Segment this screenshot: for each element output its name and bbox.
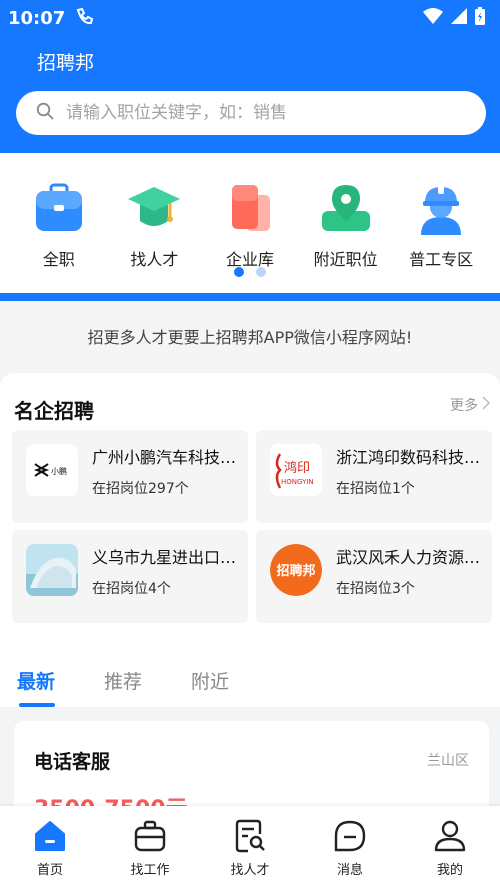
category-grid: 全职 找人才 企业库 附近职位 普工专区	[0, 153, 500, 293]
nav-label: 消息	[336, 863, 363, 878]
section-title: 名企招聘	[14, 399, 94, 423]
nav-find-job[interactable]: 找工作	[100, 806, 200, 889]
briefcase-icon	[132, 818, 168, 854]
logo-text: 鸿印	[284, 460, 310, 476]
category-workers[interactable]: 普工专区	[393, 181, 489, 270]
company-name: 义乌市九星进出口有限公司	[92, 548, 242, 567]
tab-recommended[interactable]: 推荐	[104, 667, 142, 694]
app-title: 招聘邦	[37, 52, 95, 74]
graduation-cap-icon	[126, 181, 182, 237]
carousel-dots	[0, 267, 500, 277]
briefcase-icon	[31, 181, 87, 237]
logo-text: 招聘邦	[276, 563, 315, 579]
nav-profile[interactable]: 我的	[400, 806, 500, 889]
category-talent[interactable]: 找人才	[107, 181, 203, 270]
company-job-count: 在招岗位3个	[336, 581, 415, 597]
company-card[interactable]: 鸿印 HONGYIN 浙江鸿印数码科技有限公司 在招岗位1个	[256, 430, 492, 523]
user-icon	[432, 818, 468, 854]
notice-text: 招更多人才更要上招聘邦APP微信小程序网站!	[0, 301, 500, 371]
company-logo: 小鹏	[26, 444, 78, 496]
logo-text: 小鹏	[51, 466, 67, 476]
bottom-nav: 首页 找工作 找人才 消息 我的	[0, 806, 500, 889]
search-bar[interactable]	[16, 91, 486, 135]
category-companies[interactable]: 企业库	[202, 181, 298, 270]
more-link[interactable]: 更多	[450, 395, 491, 415]
nav-label: 我的	[436, 863, 463, 878]
status-time: 10:07	[8, 7, 66, 29]
famous-companies-section: 名企招聘 更多 小鹏 广州小鹏汽车科技有限公司 在招岗位297个 鸿印 HONG…	[0, 373, 500, 643]
banner-strip	[0, 293, 500, 301]
tab-nearby[interactable]: 附近	[191, 667, 229, 694]
category-fulltime[interactable]: 全职	[11, 181, 107, 270]
nav-messages[interactable]: 消息	[300, 806, 400, 889]
header: 10:07 招聘邦	[0, 0, 500, 153]
company-logo-photo	[26, 544, 78, 596]
company-job-count: 在招岗位297个	[92, 481, 189, 497]
more-label: 更多	[450, 398, 478, 414]
search-doc-icon	[232, 818, 268, 854]
company-name: 广州小鹏汽车科技有限公司	[92, 448, 242, 467]
company-job-count: 在招岗位1个	[336, 481, 415, 497]
carousel-dot-active[interactable]	[234, 267, 244, 277]
company-card[interactable]: 义乌市九星进出口有限公司 在招岗位4个	[12, 530, 248, 623]
search-icon	[36, 102, 54, 124]
status-bar: 10:07	[0, 0, 500, 36]
chevron-right-icon	[482, 396, 491, 414]
location-pin-icon	[318, 181, 374, 237]
nav-label: 首页	[36, 863, 63, 878]
wifi-calling-icon	[73, 5, 95, 31]
nav-label: 找人才	[230, 863, 270, 878]
battery-icon	[474, 6, 486, 30]
signal-icon	[450, 7, 468, 29]
company-card[interactable]: 招聘邦 武汉风禾人力资源有限公司 在招岗位3个	[256, 530, 492, 623]
cards-icon	[222, 181, 278, 237]
company-name: 武汉风禾人力资源有限公司	[336, 548, 486, 567]
nav-label: 找工作	[130, 863, 170, 878]
company-card[interactable]: 小鹏 广州小鹏汽车科技有限公司 在招岗位297个	[12, 430, 248, 523]
message-icon	[332, 818, 368, 854]
job-tabs: 最新 推荐 附近	[0, 643, 500, 707]
job-title: 电话客服	[34, 751, 111, 773]
home-icon	[32, 818, 68, 854]
logo-subtext: HONGYIN	[281, 478, 314, 486]
company-logo: 招聘邦	[270, 544, 322, 596]
carousel-dot[interactable]	[256, 267, 266, 277]
tab-indicator	[19, 703, 55, 707]
worker-icon	[413, 181, 469, 237]
category-nearby[interactable]: 附近职位	[298, 181, 394, 270]
company-job-count: 在招岗位4个	[92, 581, 171, 597]
wifi-icon	[422, 7, 444, 29]
job-location: 兰山区	[427, 753, 469, 769]
nav-find-talent[interactable]: 找人才	[200, 806, 300, 889]
company-name: 浙江鸿印数码科技有限公司	[336, 448, 486, 467]
search-input[interactable]	[66, 103, 446, 123]
tab-latest[interactable]: 最新	[17, 667, 55, 694]
company-logo: 鸿印 HONGYIN	[270, 444, 322, 496]
nav-home[interactable]: 首页	[0, 806, 100, 889]
